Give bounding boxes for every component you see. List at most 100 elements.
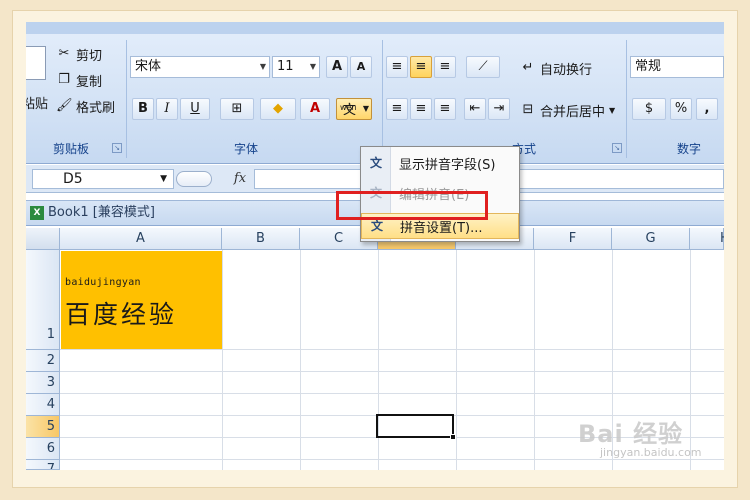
copy-label: 复制: [76, 74, 103, 90]
comma-button[interactable]: ,: [696, 98, 718, 120]
gridline: [60, 393, 724, 394]
pinyin-guide-button[interactable]: wén 文 ▼: [336, 98, 372, 120]
paste-button[interactable]: 粘贴: [26, 92, 48, 112]
name-box-value: D5: [63, 171, 83, 187]
highlight-annotation-box: [336, 191, 488, 220]
number-group-label: 数字: [676, 142, 701, 156]
merge-center-button[interactable]: ⊟ 合并后居中 ▼: [520, 100, 616, 120]
cut-label: 剪切: [76, 48, 103, 64]
align-center-button[interactable]: ≡: [410, 98, 432, 120]
orientation-button[interactable]: ⟋: [466, 56, 500, 78]
currency-icon: $: [644, 101, 654, 116]
clipboard-group-label: 剪贴板: [52, 142, 89, 156]
cell-a1[interactable]: baidujingyan 百度经验: [61, 251, 222, 349]
number-format-select[interactable]: 常规: [630, 56, 724, 78]
bold-button[interactable]: B: [132, 98, 154, 120]
column-header-b[interactable]: B: [222, 228, 300, 250]
menu-item-label: 显示拼音字段(S): [399, 158, 496, 173]
active-cell-d5[interactable]: [376, 414, 454, 438]
brush-icon: 🖌: [56, 98, 73, 113]
baidu-watermark: Bai 经验: [578, 420, 684, 448]
comma-label: ,: [704, 101, 710, 116]
row-header-5[interactable]: 5: [26, 416, 60, 438]
name-box[interactable]: D5 ▼: [32, 169, 174, 189]
gridline: [690, 250, 691, 470]
cut-button[interactable]: ✂ 剪切: [56, 44, 102, 64]
column-header-a[interactable]: A: [60, 228, 222, 250]
accounting-format-button[interactable]: $: [632, 98, 666, 120]
merge-cells-icon: ⊟: [522, 102, 534, 117]
indent-icon: ⇥: [493, 101, 505, 116]
formula-divider-handle[interactable]: [176, 171, 212, 187]
grow-font-button[interactable]: A: [326, 56, 348, 78]
shrink-font-button[interactable]: A: [350, 56, 372, 78]
row-header-3[interactable]: 3: [26, 372, 60, 394]
percent-label: %: [674, 101, 688, 116]
font-name-select[interactable]: 宋体 ▼: [130, 56, 270, 78]
excel-window: 粘贴 ✂ 剪切 ❐ 复制 🖌 格式刷 剪贴板 ↘ 宋体 ▼ 11 ▼ A A B…: [26, 22, 724, 470]
row-header-6[interactable]: 6: [26, 438, 60, 460]
format-painter-button[interactable]: 🖌 格式刷: [56, 96, 115, 116]
insert-function-button[interactable]: fx: [226, 169, 254, 189]
decrease-indent-button[interactable]: ⇤: [464, 98, 486, 120]
font-name-value: 宋体: [135, 59, 162, 74]
percent-button[interactable]: %: [670, 98, 692, 120]
gridline: [60, 371, 724, 372]
align-center-icon: ≡: [415, 101, 427, 116]
chevron-down-icon: ▼: [160, 174, 167, 184]
row-header-4[interactable]: 4: [26, 394, 60, 416]
row-header-2[interactable]: 2: [26, 350, 60, 372]
format-painter-label: 格式刷: [76, 100, 116, 116]
gridline: [300, 250, 301, 470]
align-middle-button[interactable]: ≡: [410, 56, 432, 78]
chevron-down-icon: ▼: [309, 62, 316, 71]
row-header-1[interactable]: 1: [26, 250, 60, 350]
align-right-button[interactable]: ≡: [434, 98, 456, 120]
fx-label: fx: [233, 171, 247, 186]
align-left-icon: ≡: [391, 101, 403, 116]
font-size-select[interactable]: 11 ▼: [272, 56, 320, 78]
underline-button[interactable]: U: [180, 98, 210, 120]
ribbon-tab-strip: [26, 22, 724, 34]
select-all-corner[interactable]: [26, 228, 60, 250]
baidu-watermark-url: jingyan.baidu.com: [600, 446, 702, 459]
column-header-f[interactable]: F: [534, 228, 612, 250]
gridline: [456, 250, 457, 470]
number-format-value: 常规: [635, 59, 662, 74]
font-group-label: 字体: [233, 142, 258, 156]
copy-button[interactable]: ❐ 复制: [56, 70, 102, 90]
font-color-button[interactable]: A: [300, 98, 330, 120]
italic-label: I: [164, 101, 170, 116]
gridline: [60, 459, 724, 460]
pinyin-settings-icon: 文: [370, 219, 383, 233]
group-divider: [126, 40, 127, 158]
font-color-label: A: [309, 101, 321, 116]
fill-handle[interactable]: [450, 434, 456, 440]
clipboard-launcher-icon[interactable]: ↘: [112, 143, 122, 153]
alignment-launcher-icon[interactable]: ↘: [612, 143, 622, 153]
copy-icon: ❐: [58, 72, 70, 87]
borders-button[interactable]: ⊞: [220, 98, 254, 120]
fill-color-button[interactable]: ◆: [260, 98, 296, 120]
align-left-button[interactable]: ≡: [386, 98, 408, 120]
italic-button[interactable]: I: [156, 98, 178, 120]
cell-a1-text: 百度经验: [65, 300, 178, 329]
bold-label: B: [138, 101, 148, 116]
paste-label: 粘贴: [26, 96, 49, 112]
cell-a1-pinyin: baidujingyan: [65, 277, 141, 288]
wrap-text-button[interactable]: ↵ 自动换行: [520, 58, 592, 78]
increase-indent-button[interactable]: ⇥: [488, 98, 510, 120]
merge-center-label: 合并后居中: [540, 104, 606, 120]
menu-item-show-pinyin[interactable]: 文 显示拼音字段(S): [361, 149, 519, 177]
chevron-down-icon: ▼: [609, 105, 616, 115]
align-top-button[interactable]: ≡: [386, 56, 408, 78]
font-size-value: 11: [277, 59, 294, 74]
column-header-h[interactable]: H: [690, 228, 724, 250]
column-header-g[interactable]: G: [612, 228, 690, 250]
pinyin-show-icon: 文: [369, 156, 382, 170]
shrink-font-label: A: [356, 60, 366, 73]
align-top-icon: ≡: [391, 59, 403, 74]
row-header-7[interactable]: 7: [26, 460, 60, 470]
scissors-icon: ✂: [58, 46, 70, 61]
align-bottom-button[interactable]: ≡: [434, 56, 456, 78]
